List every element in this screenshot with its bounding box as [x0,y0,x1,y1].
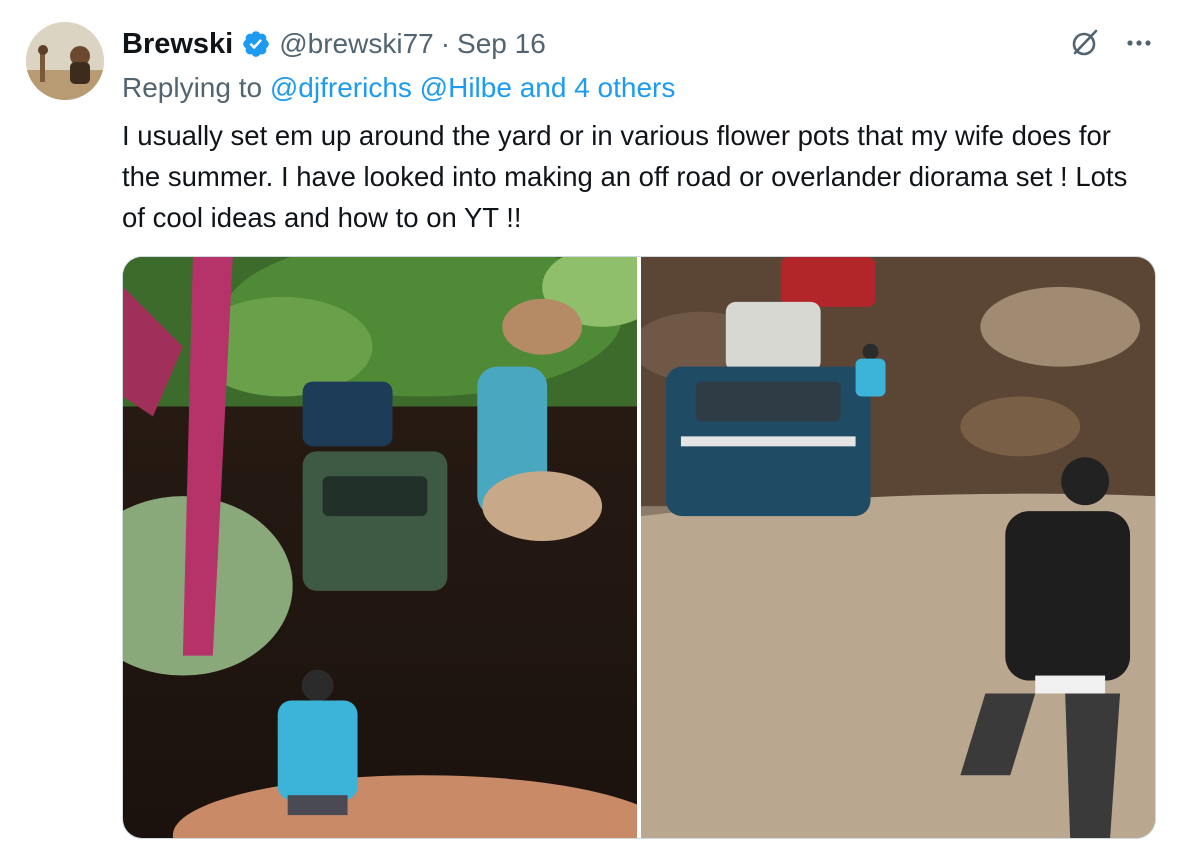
tweet-date[interactable]: Sep 16 [457,28,546,60]
author-handle[interactable]: @brewski77 [279,28,433,60]
replying-to: Replying to @djfrerichs @Hilbe and 4 oth… [122,70,675,106]
avatar-image [26,22,104,100]
media-photo-2[interactable] [641,257,1155,838]
mention-hilbe[interactable]: @Hilbe [420,72,512,103]
mention-djfrerichs[interactable]: @djfrerichs [270,72,412,103]
avatar[interactable] [26,22,104,100]
verified-badge-icon[interactable] [241,29,271,59]
media-photo-1[interactable] [123,257,637,838]
tweet-header: Brewski @brewski77 · Sep 16 [122,24,546,64]
display-name[interactable]: Brewski [122,28,233,61]
photo-1-image [123,257,637,838]
replying-to-label: Replying to [122,72,263,103]
media-grid [122,256,1156,839]
photo-2-image [641,257,1155,838]
mention-others[interactable]: and 4 others [520,72,676,103]
more-icon[interactable] [1122,26,1156,60]
grok-icon[interactable] [1068,26,1102,60]
separator-dot: · [440,28,451,59]
tweet-text: I usually set em up around the yard or i… [122,120,1128,233]
